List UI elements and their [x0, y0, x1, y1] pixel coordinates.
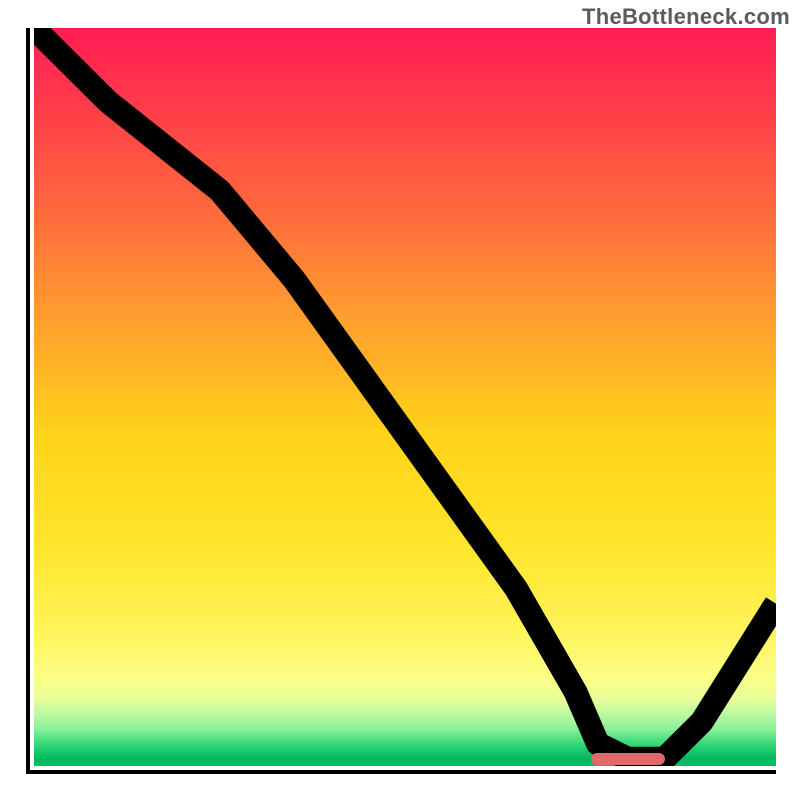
plot-area: [34, 28, 776, 766]
watermark-text: TheBottleneck.com: [582, 4, 790, 30]
chart-frame: TheBottleneck.com: [0, 0, 800, 800]
optimal-marker: [591, 753, 665, 765]
curve-svg: [34, 28, 776, 766]
axes: [26, 28, 776, 774]
bottleneck-curve: [34, 28, 776, 759]
